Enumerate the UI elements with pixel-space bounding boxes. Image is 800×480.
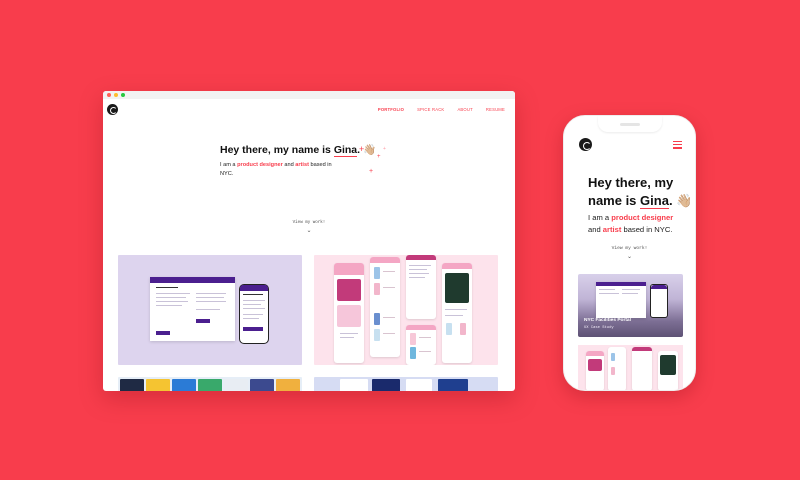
- mobile-project-card-shopping[interactable]: [578, 345, 683, 390]
- app-screen-thumbnail: [406, 255, 436, 319]
- hero-greeting: Hey there, my name is: [220, 144, 334, 156]
- and-text: and: [282, 162, 296, 168]
- maximize-window-dot[interactable]: [121, 93, 125, 97]
- location-text: based in NYC.: [621, 224, 673, 234]
- chevron-down-icon[interactable]: ⌄: [103, 227, 515, 234]
- project-card-shopping-app[interactable]: [314, 255, 498, 365]
- card-title: NYC Facilities Portal: [584, 318, 631, 323]
- app-screen-thumbnail: [406, 325, 436, 365]
- nav-resume[interactable]: RESUME: [486, 107, 505, 112]
- desktop-screen-thumbnail: [596, 282, 646, 318]
- hero-intro: I am a product designer and artist based…: [220, 161, 340, 178]
- role-product-designer-link[interactable]: product designer: [611, 213, 673, 222]
- nav-portfolio[interactable]: PORTFOLIO: [378, 107, 404, 112]
- wave-emoji-icon: 👋🏼: [676, 193, 693, 208]
- app-screen-thumbnail: [334, 263, 364, 363]
- card-subtitle: UX Case Study: [584, 326, 614, 330]
- phone-notch: [598, 116, 662, 132]
- hero-punct: .: [668, 193, 673, 208]
- desktop-screen-thumbnail: [150, 277, 235, 341]
- intro-text: I am a: [588, 213, 612, 222]
- view-work-link[interactable]: View my work!: [564, 246, 695, 251]
- phone-screen-thumbnail: [650, 284, 668, 318]
- close-window-dot[interactable]: [107, 93, 111, 97]
- desktop-site: PORTFOLIO SPICE RACK ABOUT RESUME Hey th…: [103, 99, 515, 391]
- mobile-hero-intro: I am a product designer and artist based…: [588, 212, 688, 235]
- cross-sparkle-icon: + + + +: [359, 144, 386, 176]
- desktop-nav: PORTFOLIO SPICE RACK ABOUT RESUME: [378, 107, 505, 112]
- app-screen-thumbnail: [442, 263, 472, 363]
- role-artist-link[interactable]: artist: [603, 225, 622, 234]
- role-product-designer-link[interactable]: product designer: [237, 162, 283, 168]
- mobile-phone-mockup: Hey there, my name is Gina. 👋🏼 I am a pr…: [563, 115, 696, 391]
- phone-screen-thumbnail: [239, 284, 269, 344]
- and-text: and: [588, 224, 603, 234]
- project-card-3[interactable]: [118, 377, 302, 391]
- app-screen-thumbnail: [658, 351, 678, 390]
- project-card-facilities-portal[interactable]: [118, 255, 302, 365]
- project-card-4[interactable]: [314, 377, 498, 391]
- role-artist-link[interactable]: artist: [295, 162, 309, 168]
- nav-spice-rack[interactable]: SPICE RACK: [417, 107, 444, 112]
- mobile-scroll-prompt: View my work! ⌄: [564, 246, 695, 260]
- hero-name: Gina: [640, 193, 669, 209]
- intro-text: I am a: [220, 162, 238, 168]
- app-screen-thumbnail: [632, 347, 652, 390]
- logo-icon[interactable]: [107, 104, 118, 115]
- mobile-hero-title: Hey there, my name is Gina. 👋🏼: [588, 174, 695, 210]
- app-screen-thumbnail: [370, 257, 400, 357]
- app-screen-thumbnail: [608, 347, 626, 390]
- app-screen-thumbnail: [586, 351, 604, 390]
- view-work-link[interactable]: View my work!: [103, 221, 515, 225]
- desktop-browser-mockup: PORTFOLIO SPICE RACK ABOUT RESUME Hey th…: [103, 91, 515, 391]
- mobile-project-card-facilities[interactable]: NYC Facilities Portal UX Case Study: [578, 274, 683, 337]
- nav-about[interactable]: ABOUT: [457, 107, 472, 112]
- hamburger-menu-icon[interactable]: [673, 141, 682, 151]
- browser-titlebar: [103, 91, 515, 99]
- minimize-window-dot[interactable]: [114, 93, 118, 97]
- chevron-down-icon[interactable]: ⌄: [564, 253, 695, 260]
- scroll-prompt: View my work! ⌄: [103, 221, 515, 234]
- logo-icon[interactable]: [579, 138, 592, 151]
